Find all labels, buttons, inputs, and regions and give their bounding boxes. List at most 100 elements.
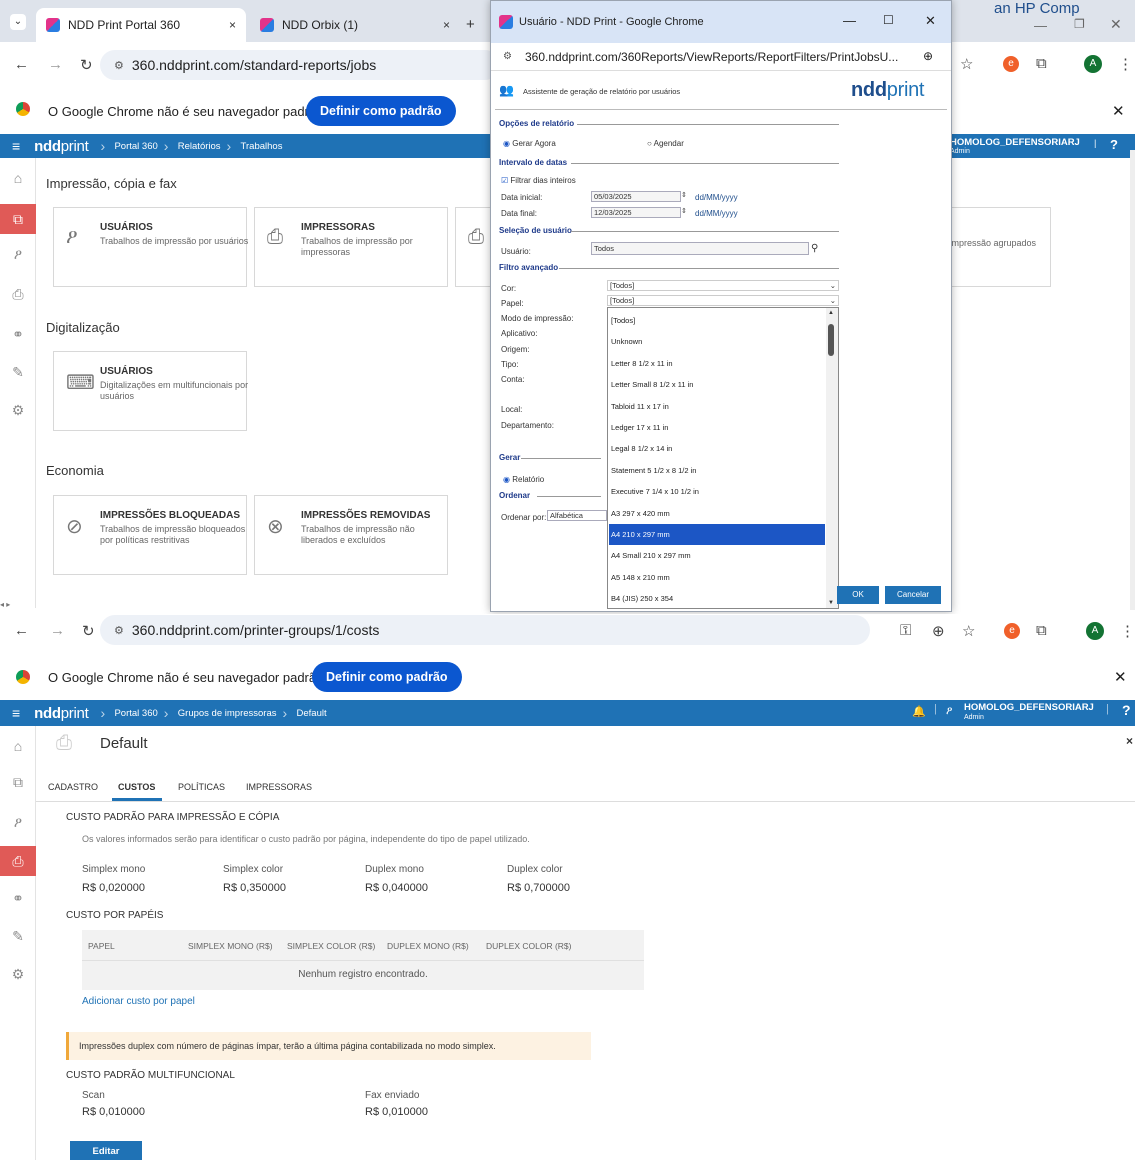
forward-icon[interactable]: → [48, 56, 63, 73]
close-tab-icon[interactable]: × [443, 18, 450, 32]
dropdown-option[interactable]: A3 297 x 420 mm [609, 503, 825, 524]
popup-maximize-icon[interactable]: ☐ [883, 13, 894, 27]
tab-cadastro[interactable]: CADASTRO [48, 782, 98, 792]
papel-select[interactable]: [Todos] ⌄ [607, 295, 839, 306]
users-icon[interactable]: ዖ [9, 246, 27, 264]
breadcrumb-grupos[interactable]: Grupos de impressoras [164, 705, 281, 721]
site-info-icon[interactable]: ⚙ [114, 624, 124, 637]
scroll-down-icon[interactable]: ▼ [828, 600, 834, 606]
profile-avatar[interactable]: A [1084, 55, 1102, 73]
cor-select[interactable]: [Todos] ⌄ [607, 280, 839, 291]
profile-avatar[interactable]: A [1086, 622, 1104, 640]
settings-gear-icon[interactable]: ⚙ [9, 402, 27, 420]
popup-close-icon[interactable]: ✕ [925, 13, 936, 29]
spin-icon[interactable]: ⇕ [681, 207, 687, 215]
breadcrumb-portal[interactable]: Portal 360 [100, 138, 161, 154]
scroll-thumb[interactable] [828, 324, 834, 356]
set-default-button[interactable]: Definir como padrão [312, 662, 462, 692]
card-blocked-prints[interactable]: ⊘ IMPRESSÕES BLOQUEADAS Trabalhos de imp… [53, 495, 247, 575]
popup-url-bar[interactable]: ⚙ 360.nddprint.com/360Reports/ViewReport… [491, 43, 951, 71]
card-scan-users[interactable]: ⌨ USUÁRIOS Digitalizações em multifuncio… [53, 351, 248, 431]
ordenar-select[interactable]: Alfabética [547, 510, 607, 521]
printer-icon[interactable]: ⎙ [0, 846, 36, 876]
settings-gear-icon[interactable]: ⚙ [9, 966, 27, 984]
papel-dropdown-list[interactable]: ▲ ▼ [Todos] Unknown Letter 8 1/2 x 11 in Le… [607, 307, 839, 609]
add-paper-cost-link[interactable]: Adicionar custo por papel [82, 996, 195, 1007]
tab-search-chevron-icon[interactable]: ⌄ [10, 14, 26, 30]
close-panel-icon[interactable]: × [1126, 734, 1133, 748]
puzzle-extensions-icon[interactable]: ⧉ [1036, 622, 1047, 639]
tab-politicas[interactable]: POLÍTICAS [178, 782, 225, 792]
dropdown-option[interactable]: A4 Small 210 x 297 mm [609, 545, 825, 566]
dropdown-option[interactable]: Unknown [609, 331, 825, 352]
menu-kebab-icon[interactable]: ⋮ [1118, 55, 1133, 73]
policies-icon[interactable]: ✎ [9, 364, 27, 382]
dropdown-option[interactable]: [Todos] [609, 310, 825, 331]
hamburger-menu-icon[interactable]: ≡ [12, 138, 20, 154]
ndd-logo[interactable]: nddprint [34, 138, 89, 155]
zoom-icon[interactable]: ⊕ [932, 622, 945, 640]
dropdown-option[interactable]: A4 210 x 297 mm [609, 524, 825, 545]
users-icon[interactable]: ዖ [9, 814, 27, 832]
site-info-icon[interactable]: ⚙ [503, 51, 512, 62]
restore-icon[interactable]: ❐ [1074, 17, 1085, 31]
forward-icon[interactable]: → [50, 622, 65, 639]
site-info-icon[interactable]: ⚙ [114, 59, 124, 72]
dropdown-option[interactable]: Executive 7 1/4 x 10 1/2 in [609, 481, 825, 502]
scroll-up-icon[interactable]: ▲ [828, 310, 834, 316]
url-bar[interactable]: ⚙ 360.nddprint.com/standard-reports/jobs [100, 50, 500, 80]
tab-ndd-orbix[interactable]: NDD Orbix (1) × [250, 8, 460, 42]
zoom-icon[interactable]: ⊕ [923, 49, 933, 63]
home-icon[interactable]: ⌂ [9, 170, 27, 188]
reports-icon[interactable]: ⧉ [9, 774, 27, 792]
puzzle-extensions-icon[interactable]: ⧉ [1036, 55, 1047, 72]
home-icon[interactable]: ⌂ [9, 738, 27, 756]
groups-icon[interactable]: ⚭ [9, 890, 27, 908]
close-tab-icon[interactable]: × [229, 18, 236, 32]
horizontal-scroll-arrows[interactable]: ◂ ▸ [0, 600, 10, 609]
new-tab-icon[interactable]: + [466, 16, 475, 33]
tab-ndd-print-portal[interactable]: NDD Print Portal 360 × [36, 8, 246, 42]
bookmark-star-icon[interactable]: ☆ [962, 622, 975, 640]
close-infobar-icon[interactable]: ✕ [1112, 102, 1125, 120]
scrollbar[interactable] [1130, 150, 1135, 610]
back-icon[interactable]: ← [14, 56, 29, 73]
back-icon[interactable]: ← [14, 622, 29, 639]
dropdown-scrollbar[interactable]: ▲ ▼ [826, 308, 838, 608]
dropdown-option[interactable]: A5 148 x 210 mm [609, 567, 825, 588]
card-users-report[interactable]: ዖ USUÁRIOS Trabalhos de impressão por us… [53, 207, 248, 287]
close-infobar-icon[interactable]: ✕ [1114, 668, 1127, 686]
card-grouped-report[interactable]: e impressão agrupados [940, 207, 1051, 287]
password-key-icon[interactable]: ⚿ [900, 622, 911, 639]
printer-icon[interactable]: ⎙ [9, 286, 27, 304]
dropdown-option[interactable]: Statement 5 1/2 x 8 1/2 in [609, 460, 825, 481]
groups-icon[interactable]: ⚭ [9, 326, 27, 344]
dropdown-option[interactable]: Tabloid 11 x 17 in [609, 396, 825, 417]
url-bar[interactable]: ⚙ 360.nddprint.com/printer-groups/1/cost… [100, 615, 870, 645]
usuario-input[interactable]: Todos [591, 242, 809, 255]
dropdown-option[interactable]: Ledger 17 x 11 in [609, 417, 825, 438]
data-inicial-input[interactable]: 05/03/2025 [591, 191, 681, 202]
card-printers-report[interactable]: ⎙ IMPRESSORAS Trabalhos de impressão por… [254, 207, 448, 287]
user-name[interactable]: HOMOLOG_DEFENSORIARJ [964, 702, 1094, 713]
reload-icon[interactable]: ↻ [82, 622, 95, 640]
dropdown-option[interactable]: Letter Small 8 1/2 x 11 in [609, 374, 825, 395]
search-icon[interactable]: ⚲ [811, 243, 818, 254]
edit-button[interactable]: Editar [70, 1141, 142, 1160]
card-partial-left[interactable]: ⎙ [455, 207, 495, 287]
dropdown-option[interactable]: Letter 8 1/2 x 11 in [609, 353, 825, 374]
close-window-icon[interactable]: ✕ [1110, 16, 1122, 33]
minimize-icon[interactable]: — [1034, 18, 1047, 33]
extension-icon[interactable]: e [1003, 56, 1019, 72]
help-icon[interactable]: ? [1122, 702, 1131, 718]
breadcrumb-relatorios[interactable]: Relatórios [164, 138, 225, 154]
breadcrumb-portal[interactable]: Portal 360 [100, 705, 161, 721]
reload-icon[interactable]: ↻ [80, 56, 93, 74]
spin-icon[interactable]: ⇕ [681, 191, 687, 199]
radio-relatorio[interactable]: ◉ Relatório [503, 475, 544, 484]
hamburger-menu-icon[interactable]: ≡ [12, 705, 20, 721]
cancel-button[interactable]: Cancelar [885, 586, 941, 604]
bell-icon[interactable]: 🔔 [912, 705, 926, 718]
data-final-input[interactable]: 12/03/2025 [591, 207, 681, 218]
reports-icon[interactable]: ⧉ [0, 204, 36, 234]
